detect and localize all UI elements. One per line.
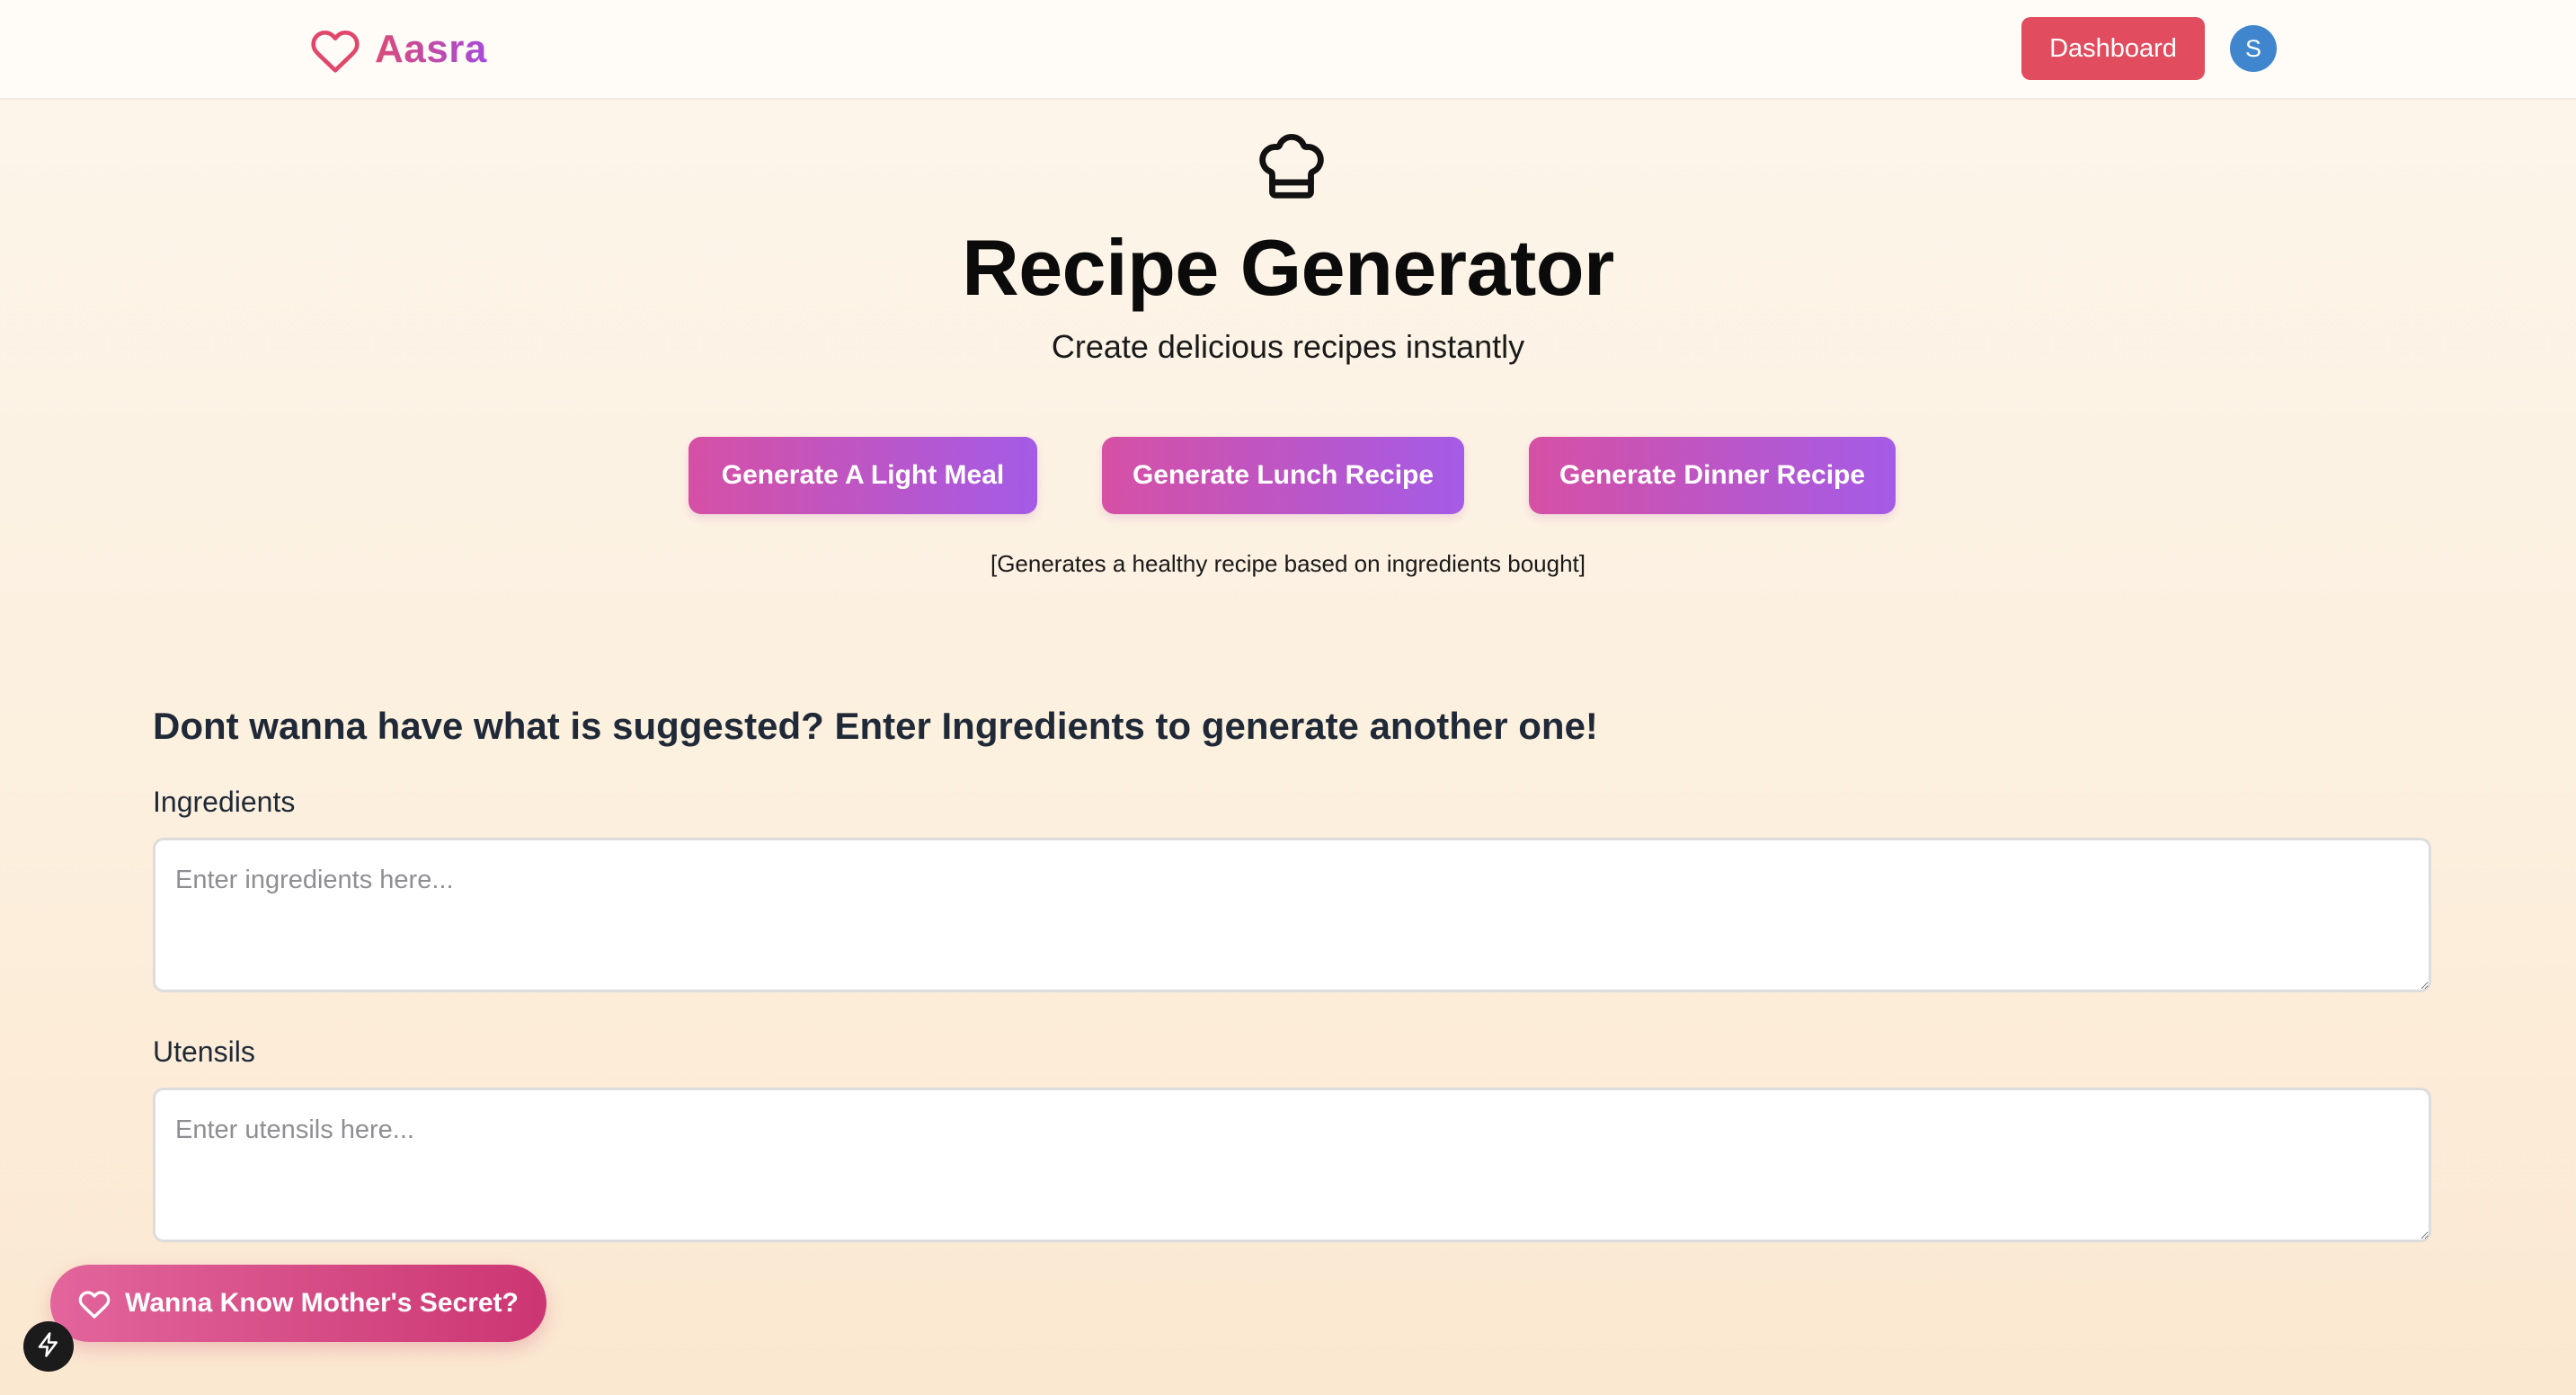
brand-name: Aasra	[375, 27, 487, 71]
heart-icon	[310, 26, 360, 73]
heart-icon	[78, 1288, 111, 1319]
ingredients-label: Ingredients	[153, 786, 296, 818]
user-avatar[interactable]: S	[2230, 25, 2277, 72]
generate-note: [Generates a healthy recipe based on ing…	[990, 550, 1586, 577]
brand-logo[interactable]: Aasra	[310, 24, 487, 75]
utensils-input[interactable]	[153, 1088, 2431, 1242]
mothers-secret-button[interactable]: Wanna Know Mother's Secret?	[50, 1265, 546, 1342]
custom-recipe-heading: Dont wanna have what is suggested? Enter…	[153, 705, 1598, 747]
page-subtitle: Create delicious recipes instantly	[1051, 328, 1525, 365]
lightning-bolt-icon	[35, 1331, 62, 1363]
mothers-secret-label: Wanna Know Mother's Secret?	[125, 1288, 519, 1318]
top-navbar: Aasra Dashboard S	[0, 0, 2576, 100]
page-title: Recipe Generator	[962, 223, 1614, 312]
generate-light-meal-button[interactable]: Generate A Light Meal	[688, 437, 1037, 514]
dashboard-button[interactable]: Dashboard	[2021, 17, 2205, 80]
utensils-label: Utensils	[153, 1035, 255, 1068]
dev-tools-badge[interactable]	[23, 1321, 74, 1372]
generate-dinner-recipe-button[interactable]: Generate Dinner Recipe	[1529, 437, 1896, 514]
chef-hat-icon	[1253, 128, 1330, 205]
generate-lunch-recipe-button[interactable]: Generate Lunch Recipe	[1102, 437, 1464, 514]
ingredients-input[interactable]	[153, 838, 2431, 992]
